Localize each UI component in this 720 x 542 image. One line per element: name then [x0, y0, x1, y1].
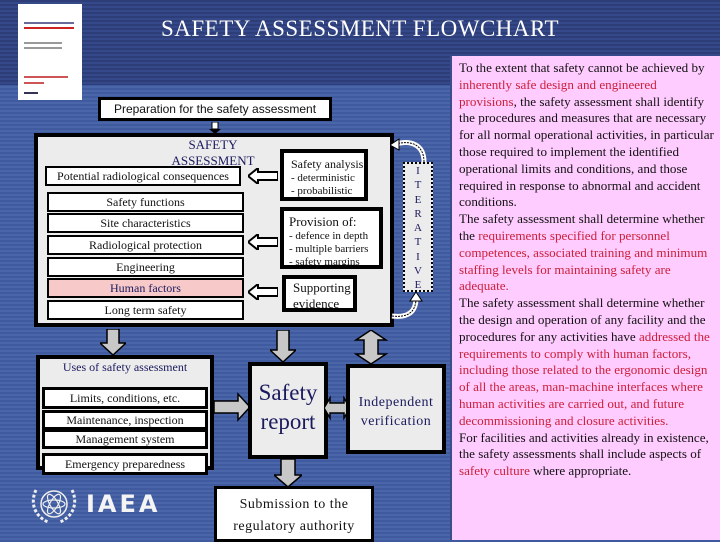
body-text: To the extent that safety cannot be achi… [459, 60, 705, 75]
iterative-loop-box: I T E R A T I V E [403, 162, 433, 292]
curved-arrow-top-icon [390, 138, 427, 163]
body-text: , the safety assessment shall identify t… [459, 93, 714, 210]
sidebar-paragraph: To the extent that safety cannot be achi… [459, 60, 716, 211]
supporting-evidence-line: evidence [293, 296, 340, 311]
arrow-right-icon [214, 392, 250, 422]
submission-line: Submission to the [239, 497, 349, 512]
arrow-left-icon [248, 284, 278, 300]
body-text: where appropriate. [529, 463, 632, 479]
uses-item: Limits, conditions, etc. [42, 387, 208, 409]
assessment-item: Radiological protection [47, 235, 244, 255]
safety-analysis-line: - deterministic [291, 172, 355, 184]
curved-arrow-bottom-icon [391, 292, 423, 319]
iterative-letter: E [414, 279, 422, 292]
provision-line: - safety margins [289, 256, 360, 268]
assessment-item: Safety functions [47, 192, 244, 212]
uses-item: Management system [42, 429, 208, 449]
supporting-evidence-box: Supporting evidence [282, 275, 357, 312]
iterative-letter: T [414, 236, 422, 249]
sidebar-paragraphs: To the extent that safety cannot be achi… [459, 60, 716, 480]
iterative-letter: T [414, 179, 422, 192]
iaea-logo: IAEA [28, 482, 168, 526]
safety-analysis-box: Safety analysis - deterministic - probab… [280, 149, 368, 201]
sidebar-paragraph: The safety assessment shall determine wh… [459, 295, 716, 429]
sidebar-paragraph: For facilities and activities already in… [459, 430, 716, 480]
arrow-left-icon [248, 168, 278, 184]
provision-line: - defence in depth [289, 230, 369, 242]
sidebar-paragraph: The safety assessment shall determine wh… [459, 211, 716, 295]
arrow-down-icon [270, 330, 296, 362]
iterative-letter: A [414, 222, 422, 235]
independent-verification-line: Independent [358, 395, 434, 410]
provision-box: Provision of: - defence in depth - multi… [280, 207, 383, 269]
provision-title: Provision of: [289, 214, 357, 229]
iaea-logo-text: IAEA [86, 490, 161, 518]
arrow-down-icon [100, 329, 126, 355]
sidebar-text-panel: To the extent that safety cannot be achi… [450, 56, 720, 540]
body-text: For facilities and activities already in… [459, 429, 709, 462]
page-title: SAFETY ASSESSMENT FLOWCHART [160, 16, 560, 41]
iterative-letter: R [414, 207, 422, 220]
safety-report-box: Safety report [248, 362, 328, 459]
preparation-box: Preparation for the safety assessment [98, 97, 332, 121]
uses-item: Maintenance, inspection [42, 410, 208, 430]
safety-report-line: report [260, 409, 316, 434]
uses-title: Uses of safety assessment [62, 360, 188, 374]
book-cover-icon [18, 4, 82, 100]
provision-line: - multiple barriers [289, 243, 369, 255]
assessment-item: Engineering [47, 257, 244, 277]
independent-verification-box: Independent verification [346, 364, 446, 454]
safety-analysis-title: Safety analysis [291, 157, 364, 171]
arrow-down-icon [274, 459, 302, 487]
submission-box: Submission to the regulatory authority [214, 486, 374, 542]
un-wreath-atom-icon [31, 489, 77, 524]
safety-assessment-title: SAFETY ASSESSMENT [171, 137, 255, 168]
assessment-item: Long term safety [47, 300, 244, 320]
arrow-prep-to-assessment [209, 121, 221, 134]
safety-analysis-line: - probabilistic [291, 185, 353, 197]
supporting-evidence-line: Supporting [293, 280, 351, 295]
arrow-left-icon [248, 234, 278, 250]
iterative-letter: E [414, 193, 422, 206]
iterative-letter: I [416, 165, 420, 177]
uses-item: Emergency preparedness [42, 453, 208, 475]
assessment-item-human-factors: Human factors [47, 278, 244, 298]
iterative-letter: V [414, 265, 422, 278]
safety-report-line: Safety [258, 380, 318, 405]
assessment-item: Potential radiological consequences [45, 166, 241, 186]
highlighted-text: requirements specified for personnel com… [459, 227, 708, 294]
assessment-item: Site characteristics [47, 213, 244, 233]
submission-line: regulatory authority [233, 519, 355, 534]
independent-verification-line: verification [360, 414, 432, 429]
double-arrow-icon [354, 330, 388, 364]
highlighted-text: safety culture [459, 463, 530, 479]
iterative-letter: I [416, 250, 420, 263]
